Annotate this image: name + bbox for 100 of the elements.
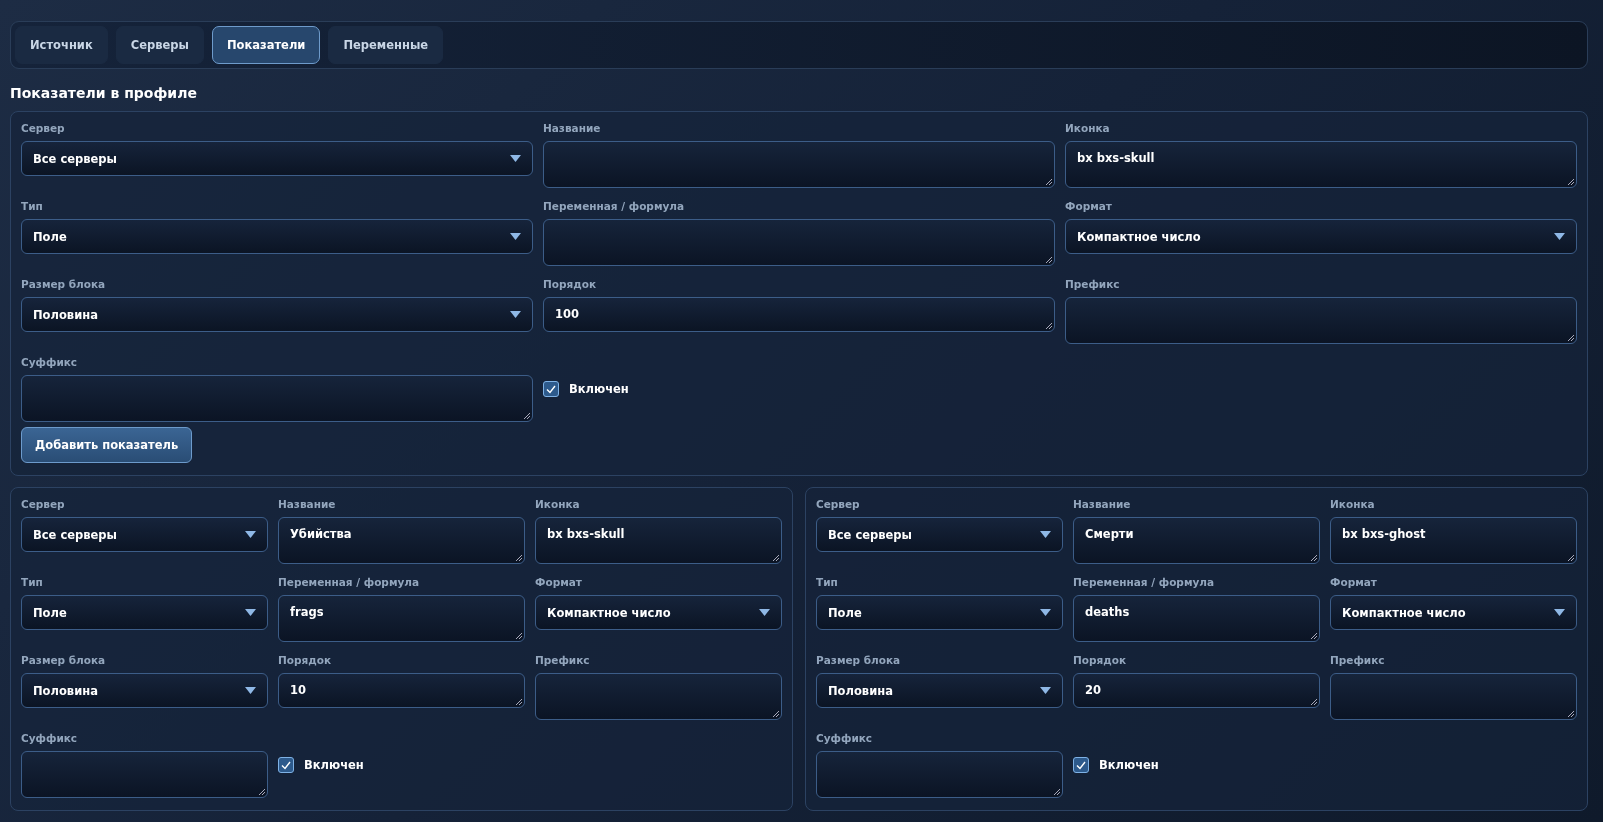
resize-grip-icon: [1053, 788, 1060, 795]
caret-icon: [759, 609, 770, 616]
text-field[interactable]: Убийства: [278, 517, 525, 564]
caret-icon: [1040, 609, 1051, 616]
field-label: Переменная / формула: [278, 576, 421, 588]
resize-grip-icon: [1567, 178, 1574, 185]
resize-grip-icon: [1310, 698, 1317, 705]
dropdown[interactable]: Все серверы: [816, 517, 1063, 552]
field-label: Сервер: [21, 122, 66, 134]
text-field[interactable]: bx bxs-skull: [535, 517, 782, 564]
text-field[interactable]: 10: [278, 673, 525, 708]
resize-grip-icon: [1567, 554, 1574, 561]
text-field[interactable]: [21, 751, 268, 798]
caret-icon: [510, 155, 521, 162]
field-label: Переменная / формула: [1073, 576, 1216, 588]
checkbox-label: Включен: [569, 382, 629, 396]
field-label: Порядок: [278, 654, 333, 666]
dropdown[interactable]: Поле: [21, 595, 268, 630]
caret-icon: [245, 609, 256, 616]
tab[interactable]: Показатели: [211, 26, 321, 64]
caret-icon: [1040, 531, 1051, 538]
dropdown[interactable]: Компактное число: [1330, 595, 1577, 630]
text-field[interactable]: [543, 219, 1055, 266]
section-title: Показатели в профиле: [10, 85, 198, 101]
dropdown[interactable]: Компактное число: [1065, 219, 1577, 254]
checkbox[interactable]: [1073, 757, 1089, 773]
tab[interactable]: Источник: [15, 26, 108, 64]
resize-grip-icon: [515, 632, 522, 639]
field-label: Суффикс: [816, 732, 874, 744]
text-field[interactable]: [543, 141, 1055, 188]
field-label: Порядок: [1073, 654, 1128, 666]
resize-grip-icon: [523, 412, 530, 419]
checkbox[interactable]: [543, 381, 559, 397]
caret-icon: [510, 233, 521, 240]
text-field[interactable]: [535, 673, 782, 720]
tab[interactable]: Переменные: [328, 26, 444, 64]
resize-grip-icon: [515, 554, 522, 561]
dropdown[interactable]: Компактное число: [535, 595, 782, 630]
dropdown[interactable]: Поле: [816, 595, 1063, 630]
field-label: Префикс: [1065, 278, 1121, 290]
caret-icon: [1554, 233, 1565, 240]
field-label: Префикс: [1330, 654, 1386, 666]
text-field[interactable]: [1330, 673, 1577, 720]
caret-icon: [1554, 609, 1565, 616]
resize-grip-icon: [258, 788, 265, 795]
resize-grip-icon: [772, 554, 779, 561]
field-label: Тип: [21, 200, 44, 212]
field-label: Иконка: [1065, 122, 1111, 134]
resize-grip-icon: [1310, 632, 1317, 639]
field-label: Название: [278, 498, 337, 510]
text-field[interactable]: 20: [1073, 673, 1320, 708]
checkbox[interactable]: [278, 757, 294, 773]
text-field[interactable]: bx bxs-ghost: [1330, 517, 1577, 564]
add-button[interactable]: Добавить показатель: [21, 427, 193, 463]
caret-icon: [1040, 687, 1051, 694]
field-label: Тип: [816, 576, 839, 588]
caret-icon: [510, 311, 521, 318]
field-label: Формат: [1065, 200, 1113, 212]
dropdown[interactable]: Все серверы: [21, 141, 533, 176]
resize-grip-icon: [1045, 178, 1052, 185]
resize-grip-icon: [1045, 322, 1052, 329]
field-label: Порядок: [543, 278, 598, 290]
field-label: Иконка: [535, 498, 581, 510]
text-field[interactable]: [21, 375, 533, 422]
field-label: Формат: [535, 576, 583, 588]
field-label: Суффикс: [21, 356, 79, 368]
resize-grip-icon: [515, 698, 522, 705]
field-label: Название: [1073, 498, 1132, 510]
field-label: Название: [543, 122, 602, 134]
text-field[interactable]: [816, 751, 1063, 798]
resize-grip-icon: [1310, 554, 1317, 561]
field-label: Иконка: [1330, 498, 1376, 510]
dropdown[interactable]: Половина: [21, 673, 268, 708]
field-label: Префикс: [535, 654, 591, 666]
text-field[interactable]: frags: [278, 595, 525, 642]
field-label: Сервер: [21, 498, 66, 510]
text-field[interactable]: bx bxs-skull: [1065, 141, 1577, 188]
dropdown[interactable]: Половина: [816, 673, 1063, 708]
resize-grip-icon: [772, 710, 779, 717]
field-label: Размер блока: [816, 654, 902, 666]
checkbox-label: Включен: [1099, 758, 1159, 772]
caret-icon: [245, 687, 256, 694]
resize-grip-icon: [1567, 710, 1574, 717]
dropdown[interactable]: Все серверы: [21, 517, 268, 552]
field-label: Суффикс: [21, 732, 79, 744]
checkbox-label: Включен: [304, 758, 364, 772]
field-label: Формат: [1330, 576, 1378, 588]
text-field[interactable]: deaths: [1073, 595, 1320, 642]
resize-grip-icon: [1045, 256, 1052, 263]
dropdown[interactable]: Половина: [21, 297, 533, 332]
text-field[interactable]: [1065, 297, 1577, 344]
tab[interactable]: Серверы: [115, 26, 204, 64]
field-label: Переменная / формула: [543, 200, 686, 212]
text-field[interactable]: Смерти: [1073, 517, 1320, 564]
field-label: Тип: [21, 576, 44, 588]
field-label: Сервер: [816, 498, 861, 510]
caret-icon: [245, 531, 256, 538]
text-field[interactable]: 100: [543, 297, 1055, 332]
dropdown[interactable]: Поле: [21, 219, 533, 254]
field-label: Размер блока: [21, 654, 107, 666]
